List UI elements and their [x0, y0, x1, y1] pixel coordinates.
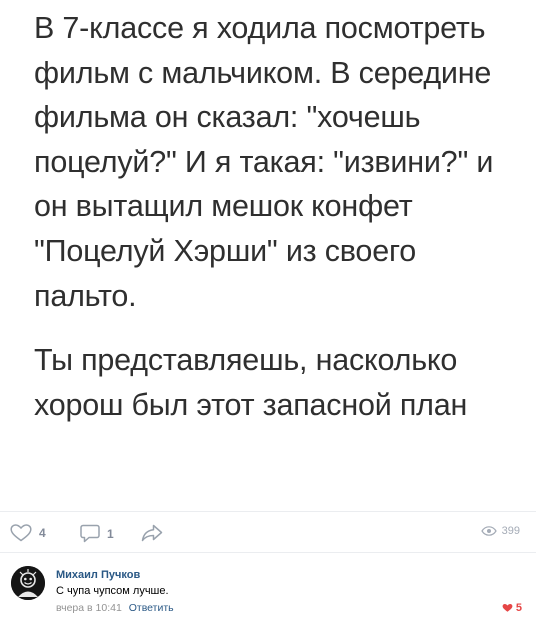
post-paragraph-1: В 7-классе я ходила посмотреть фильм с м…: [34, 11, 494, 313]
share-arrow-icon: [141, 524, 163, 542]
comment-like-button[interactable]: 5: [502, 602, 522, 614]
heart-outline-icon: [10, 524, 32, 542]
post-text: В 7-классе я ходила посмотреть фильм с м…: [34, 6, 524, 427]
views-count: 399: [501, 525, 520, 537]
post-actions-bar: 4 1 399: [0, 511, 536, 553]
eye-icon: [480, 526, 497, 536]
comment-count: 1: [107, 526, 114, 541]
comment: Михаил Пучков С чупа чупсом лучше. вчера…: [0, 554, 536, 624]
share-button[interactable]: [141, 524, 163, 542]
like-button[interactable]: 4: [10, 524, 46, 542]
avatar[interactable]: [11, 566, 45, 600]
comment-meta: вчера в 10:41 Ответить: [56, 602, 174, 614]
comment-like-count: 5: [515, 602, 522, 614]
reply-link[interactable]: Ответить: [129, 602, 174, 614]
comment-icon: [80, 524, 100, 543]
comment-text: С чупа чупсом лучше.: [56, 585, 169, 597]
comment-author[interactable]: Михаил Пучков: [56, 569, 140, 581]
comment-button[interactable]: 1: [80, 524, 114, 543]
avatar-image: [11, 566, 45, 600]
like-count: 4: [39, 526, 46, 540]
views-counter: 399: [480, 525, 520, 537]
comment-time: вчера в 10:41: [56, 602, 122, 614]
heart-filled-icon: [502, 604, 513, 612]
post-paragraph-2: Ты представляешь, насколько хорош был эт…: [34, 343, 468, 422]
